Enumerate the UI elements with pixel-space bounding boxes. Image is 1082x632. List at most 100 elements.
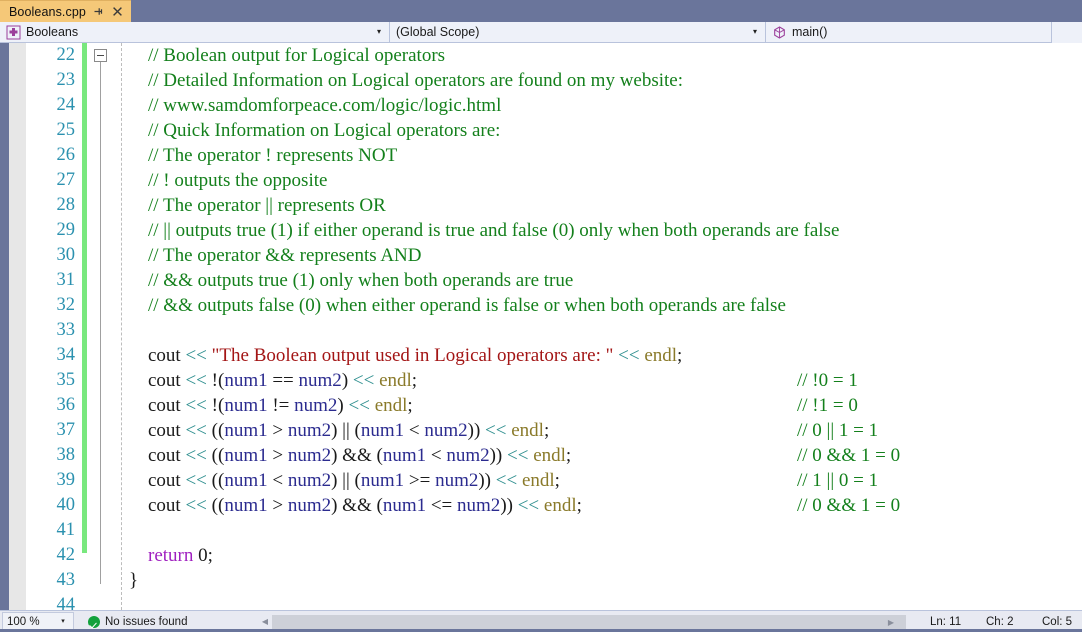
code-token: num1	[224, 420, 268, 441]
code-line[interactable]: // Detailed Information on Logical opera…	[113, 68, 1082, 93]
code-token: num1	[360, 470, 405, 491]
code-token: num1	[382, 445, 427, 466]
code-token: ((	[211, 470, 225, 491]
code-token: ))	[467, 420, 486, 441]
code-token: ((	[211, 420, 225, 441]
chevron-down-icon[interactable]: ▾	[373, 28, 385, 36]
issues-status-label: No issues found	[105, 615, 188, 628]
code-token: >=	[404, 470, 436, 491]
horizontal-scrollbar-thumb[interactable]	[272, 614, 906, 629]
code-line[interactable]: cout << ((num1 > num2) || (num1 < num2))…	[113, 418, 1082, 443]
code-token: <<	[185, 370, 212, 391]
member-dropdown-label: main()	[792, 25, 828, 39]
scope-dropdown[interactable]: (Global Scope) ▾	[390, 22, 766, 42]
issues-status[interactable]: No issues found	[88, 615, 188, 628]
code-token: num2	[287, 445, 332, 466]
zoom-level-label: 100 %	[7, 615, 40, 628]
code-token: "The Boolean output used in Logical oper…	[211, 345, 619, 366]
pin-icon[interactable]	[93, 6, 105, 17]
code-token: }	[129, 570, 139, 591]
collapse-block-button[interactable]	[94, 49, 107, 62]
code-line[interactable]	[113, 518, 1082, 543]
code-token: // Detailed Information on Logical opera…	[129, 70, 684, 91]
code-line[interactable]: return 0;	[113, 543, 1082, 568]
code-token: ))	[500, 495, 518, 516]
member-dropdown[interactable]: main() ▾	[766, 22, 1082, 42]
code-token: )	[337, 395, 349, 416]
code-line[interactable]: cout << !(num1 != num2) << endl; // !1 = …	[113, 393, 1082, 418]
code-token: >	[267, 495, 288, 516]
code-token: ) && (	[331, 445, 383, 466]
status-line-number: Ln: 11	[930, 616, 962, 628]
trailing-comment: // 1 || 0 = 1	[797, 470, 879, 491]
code-token: num2	[287, 470, 332, 491]
scroll-left-arrow-icon[interactable]: ◀	[258, 614, 272, 629]
line-number: 42	[56, 545, 76, 565]
code-token: num1	[224, 495, 268, 516]
code-token: ;	[565, 445, 572, 466]
status-column-number: Col: 5	[1042, 616, 1073, 628]
navbar-right-filler	[1051, 22, 1082, 43]
line-number: 40	[56, 495, 76, 515]
code-token: <<	[517, 495, 544, 516]
code-token: )	[341, 370, 353, 391]
scroll-right-arrow-icon[interactable]: ▶	[874, 615, 908, 630]
close-icon[interactable]	[112, 6, 124, 17]
code-line[interactable]: // The operator && represents AND	[113, 243, 1082, 268]
chevron-down-icon[interactable]: ▾	[57, 618, 69, 625]
code-editor[interactable]: 22 23 24 25 26 27 28 29 30 31 32 33 34 35 36 37 38 39 40 41…	[0, 43, 1082, 610]
code-line[interactable]: // The operator ! represents NOT	[113, 143, 1082, 168]
selection-margin[interactable]	[9, 43, 27, 610]
code-line[interactable]: cout << ((num1 < num2) || (num1 >= num2)…	[113, 468, 1082, 493]
code-token: ;	[407, 395, 413, 416]
code-token: // The operator ! represents NOT	[129, 145, 398, 166]
document-tab-booleans-cpp[interactable]: Booleans.cpp	[0, 0, 131, 22]
code-token: num1	[224, 445, 268, 466]
code-line[interactable]	[113, 318, 1082, 343]
navigation-bar: Booleans ▾ (Global Scope) ▾ main() ▾	[0, 22, 1082, 43]
code-token: cout	[129, 470, 186, 491]
code-line[interactable]: // The operator || represents OR	[113, 193, 1082, 218]
code-token: <<	[495, 470, 522, 491]
project-dropdown[interactable]: Booleans ▾	[0, 22, 390, 42]
code-token: cout	[129, 370, 186, 391]
code-line[interactable]: cout << !(num1 == num2) << endl; // !0 = …	[113, 368, 1082, 393]
project-dropdown-label: Booleans	[26, 25, 79, 39]
code-line[interactable]: // || outputs true (1) if either operand…	[113, 218, 1082, 243]
line-number: 26	[56, 145, 76, 165]
code-token: >	[267, 445, 288, 466]
code-line[interactable]: // ! outputs the opposite	[113, 168, 1082, 193]
code-line[interactable]: // www.samdomforpeace.com/logic/logic.ht…	[113, 93, 1082, 118]
code-token: // www.samdomforpeace.com/logic/logic.ht…	[129, 95, 502, 116]
code-line[interactable]: // && outputs true (1) only when both op…	[113, 268, 1082, 293]
code-line[interactable]: cout << ((num1 > num2) && (num1 <= num2)…	[113, 493, 1082, 518]
code-token: ;	[677, 345, 683, 366]
code-line[interactable]	[113, 593, 1082, 610]
code-text-area[interactable]: // Boolean output for Logical operators …	[113, 43, 1082, 610]
code-token: ((	[211, 495, 225, 516]
code-token: // || outputs true (1) if either operand…	[129, 220, 840, 241]
code-line[interactable]: // Boolean output for Logical operators	[113, 43, 1082, 68]
code-token: <<	[618, 345, 645, 366]
line-number: 39	[56, 470, 76, 490]
code-line[interactable]: cout << "The Boolean output used in Logi…	[113, 343, 1082, 368]
visual-studio-editor-window: Booleans.cpp Booleans ▾ (Global Scope) ▾…	[0, 0, 1082, 632]
code-token: ;	[576, 495, 582, 516]
line-number: 30	[56, 245, 76, 265]
document-tab-strip: Booleans.cpp	[0, 0, 1082, 22]
code-token: <<	[185, 470, 212, 491]
horizontal-scrollbar[interactable]: ◀	[258, 614, 906, 629]
code-token: endl	[374, 395, 408, 416]
code-line[interactable]: // && outputs false (0) when either oper…	[113, 293, 1082, 318]
code-token: !(	[211, 395, 225, 416]
trailing-comment: // 0 && 1 = 0	[797, 445, 901, 466]
code-line[interactable]: // Quick Information on Logical operator…	[113, 118, 1082, 143]
chevron-down-icon[interactable]: ▾	[749, 28, 761, 36]
code-token: cout	[129, 420, 186, 441]
line-number-gutter: 22 23 24 25 26 27 28 29 30 31 32 33 34 35 36 37 38 39 40 41…	[27, 43, 82, 610]
code-line[interactable]: }	[113, 568, 1082, 593]
code-line[interactable]: cout << ((num1 > num2) && (num1 < num2))…	[113, 443, 1082, 468]
code-token: // && outputs false (0) when either oper…	[129, 295, 786, 316]
code-token: <<	[485, 420, 512, 441]
